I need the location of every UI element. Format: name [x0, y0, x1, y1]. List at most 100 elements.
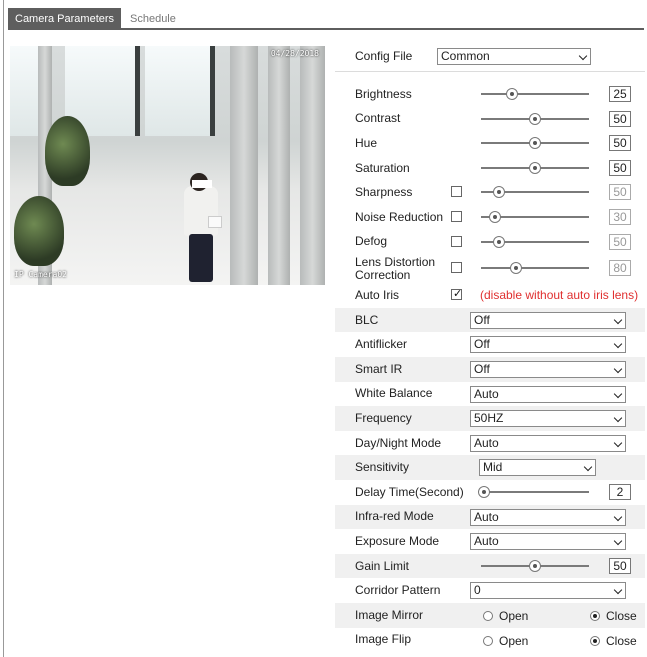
corridor-select[interactable]: 0	[470, 582, 626, 600]
infrared-row: Infra-red Mode Auto	[335, 504, 645, 530]
white-balance-value: Auto	[474, 386, 499, 401]
chevron-down-icon	[613, 536, 623, 546]
chevron-down-icon	[583, 463, 593, 472]
exposure-label: Exposure Mode	[355, 533, 440, 548]
image-flip-open-radio[interactable]	[483, 635, 493, 646]
sharpness-slider[interactable]	[481, 186, 589, 199]
antiflicker-select[interactable]: Off	[470, 336, 626, 354]
saturation-slider[interactable]	[481, 161, 589, 174]
corridor-label: Corridor Pattern	[355, 583, 441, 598]
sensitivity-value: Mid	[483, 460, 503, 475]
preview-person-legs	[189, 234, 213, 282]
defog-checkbox[interactable]	[451, 235, 462, 247]
defog-label: Defog	[355, 234, 388, 249]
chevron-down-icon	[613, 512, 623, 521]
frequency-select[interactable]: 50HZ	[470, 410, 626, 428]
lens-distortion-checkbox[interactable]	[451, 262, 462, 274]
image-flip-label: Image Flip	[355, 632, 412, 647]
sensitivity-select[interactable]: Mid	[479, 459, 596, 477]
lens-distortion-slider[interactable]	[481, 262, 589, 275]
slider-knob[interactable]	[529, 559, 541, 572]
config-file-value: Common	[441, 49, 490, 63]
slider-knob[interactable]	[529, 137, 541, 150]
image-mirror-close-radio[interactable]	[590, 611, 600, 621]
white-balance-select[interactable]: Auto	[470, 385, 626, 403]
day-night-label: Day/Night Mode	[355, 435, 442, 450]
slider-knob[interactable]	[493, 186, 506, 199]
preview-camera-name-overlay: IP Camera02	[14, 270, 67, 279]
smart-ir-row: Smart IR Off	[335, 357, 645, 382]
noise-reduction-value[interactable]: 30	[609, 209, 631, 225]
image-mirror-row: Image Mirror Open Close	[335, 603, 645, 628]
slider-knob[interactable]	[529, 112, 541, 125]
hue-row: Hue 50	[335, 131, 645, 156]
contrast-row: Contrast 50	[335, 107, 645, 132]
slider-knob[interactable]	[493, 235, 506, 248]
hue-slider[interactable]	[481, 137, 589, 150]
sharpness-checkbox[interactable]	[451, 186, 462, 198]
white-balance-row: White Balance Auto	[335, 382, 645, 407]
contrast-label: Contrast	[355, 111, 401, 126]
saturation-value[interactable]: 50	[609, 159, 631, 176]
infrared-select[interactable]: Auto	[470, 508, 626, 526]
sharpness-value[interactable]: 50	[609, 184, 631, 201]
noise-reduction-row: Noise Reduction 30	[335, 205, 645, 230]
defog-row: Defog 50	[335, 230, 645, 255]
corridor-row: Corridor Pattern 0	[335, 578, 645, 603]
noise-reduction-slider[interactable]	[481, 211, 589, 223]
tab-camera-parameters[interactable]: Camera Parameters	[8, 8, 122, 30]
config-file-row: Config File Common	[335, 44, 645, 69]
slider-knob[interactable]	[506, 88, 519, 100]
config-file-label: Config File	[355, 48, 413, 63]
brightness-value[interactable]: 25	[609, 86, 631, 102]
blc-row: BLC Off	[335, 307, 645, 333]
preview-window-right	[145, 46, 215, 136]
preview-date-overlay: 04/28/2018	[270, 49, 319, 58]
image-mirror-open-radio[interactable]	[483, 611, 493, 621]
chevron-down-icon	[613, 364, 623, 374]
slider-knob[interactable]	[529, 161, 541, 174]
auto-iris-label: Auto Iris	[355, 287, 400, 302]
slider-knob[interactable]	[489, 211, 502, 223]
privacy-mask	[192, 180, 212, 188]
slider-knob[interactable]	[478, 486, 491, 498]
config-file-select[interactable]: Common	[437, 48, 591, 65]
saturation-row: Saturation 50	[335, 156, 645, 181]
contrast-value[interactable]: 50	[609, 110, 631, 127]
slider-knob[interactable]	[509, 262, 522, 275]
preview-document	[208, 216, 222, 228]
contrast-slider[interactable]	[481, 112, 589, 125]
image-mirror-label: Image Mirror	[355, 607, 424, 622]
blc-select[interactable]: Off	[470, 311, 626, 329]
sharpness-label: Sharpness	[355, 185, 413, 200]
hue-value[interactable]: 50	[609, 135, 631, 152]
antiflicker-row: Antiflicker Off	[335, 332, 645, 357]
delay-time-slider[interactable]	[478, 486, 589, 498]
auto-iris-checkbox[interactable]	[451, 287, 462, 300]
brightness-slider[interactable]	[481, 88, 589, 100]
image-flip-row: Image Flip Open Close	[335, 628, 645, 653]
tab-schedule[interactable]: Schedule	[123, 8, 183, 30]
defog-slider[interactable]	[481, 235, 589, 248]
smart-ir-select[interactable]: Off	[470, 361, 626, 378]
smart-ir-value: Off	[474, 362, 490, 376]
antiflicker-value: Off	[474, 337, 490, 352]
smart-ir-label: Smart IR	[355, 361, 403, 376]
noise-reduction-checkbox[interactable]	[451, 211, 462, 222]
image-flip-close-radio[interactable]	[590, 635, 600, 646]
day-night-select[interactable]: Auto	[470, 434, 626, 452]
delay-time-value[interactable]: 2	[609, 484, 631, 500]
blc-label: BLC	[355, 312, 379, 327]
gain-limit-slider[interactable]	[481, 559, 589, 572]
brightness-label: Brightness	[355, 86, 412, 101]
frequency-value: 50HZ	[474, 411, 504, 426]
delay-time-row: Delay Time(Second) 2	[335, 480, 645, 505]
lens-distortion-value[interactable]: 80	[609, 260, 631, 277]
hue-label: Hue	[355, 135, 378, 150]
gain-limit-value[interactable]: 50	[609, 557, 631, 574]
defog-value[interactable]: 50	[609, 233, 631, 250]
chevron-down-icon	[613, 315, 623, 325]
chevron-down-icon	[613, 438, 623, 448]
infrared-label: Infra-red Mode	[355, 509, 434, 524]
exposure-select[interactable]: Auto	[470, 533, 626, 551]
